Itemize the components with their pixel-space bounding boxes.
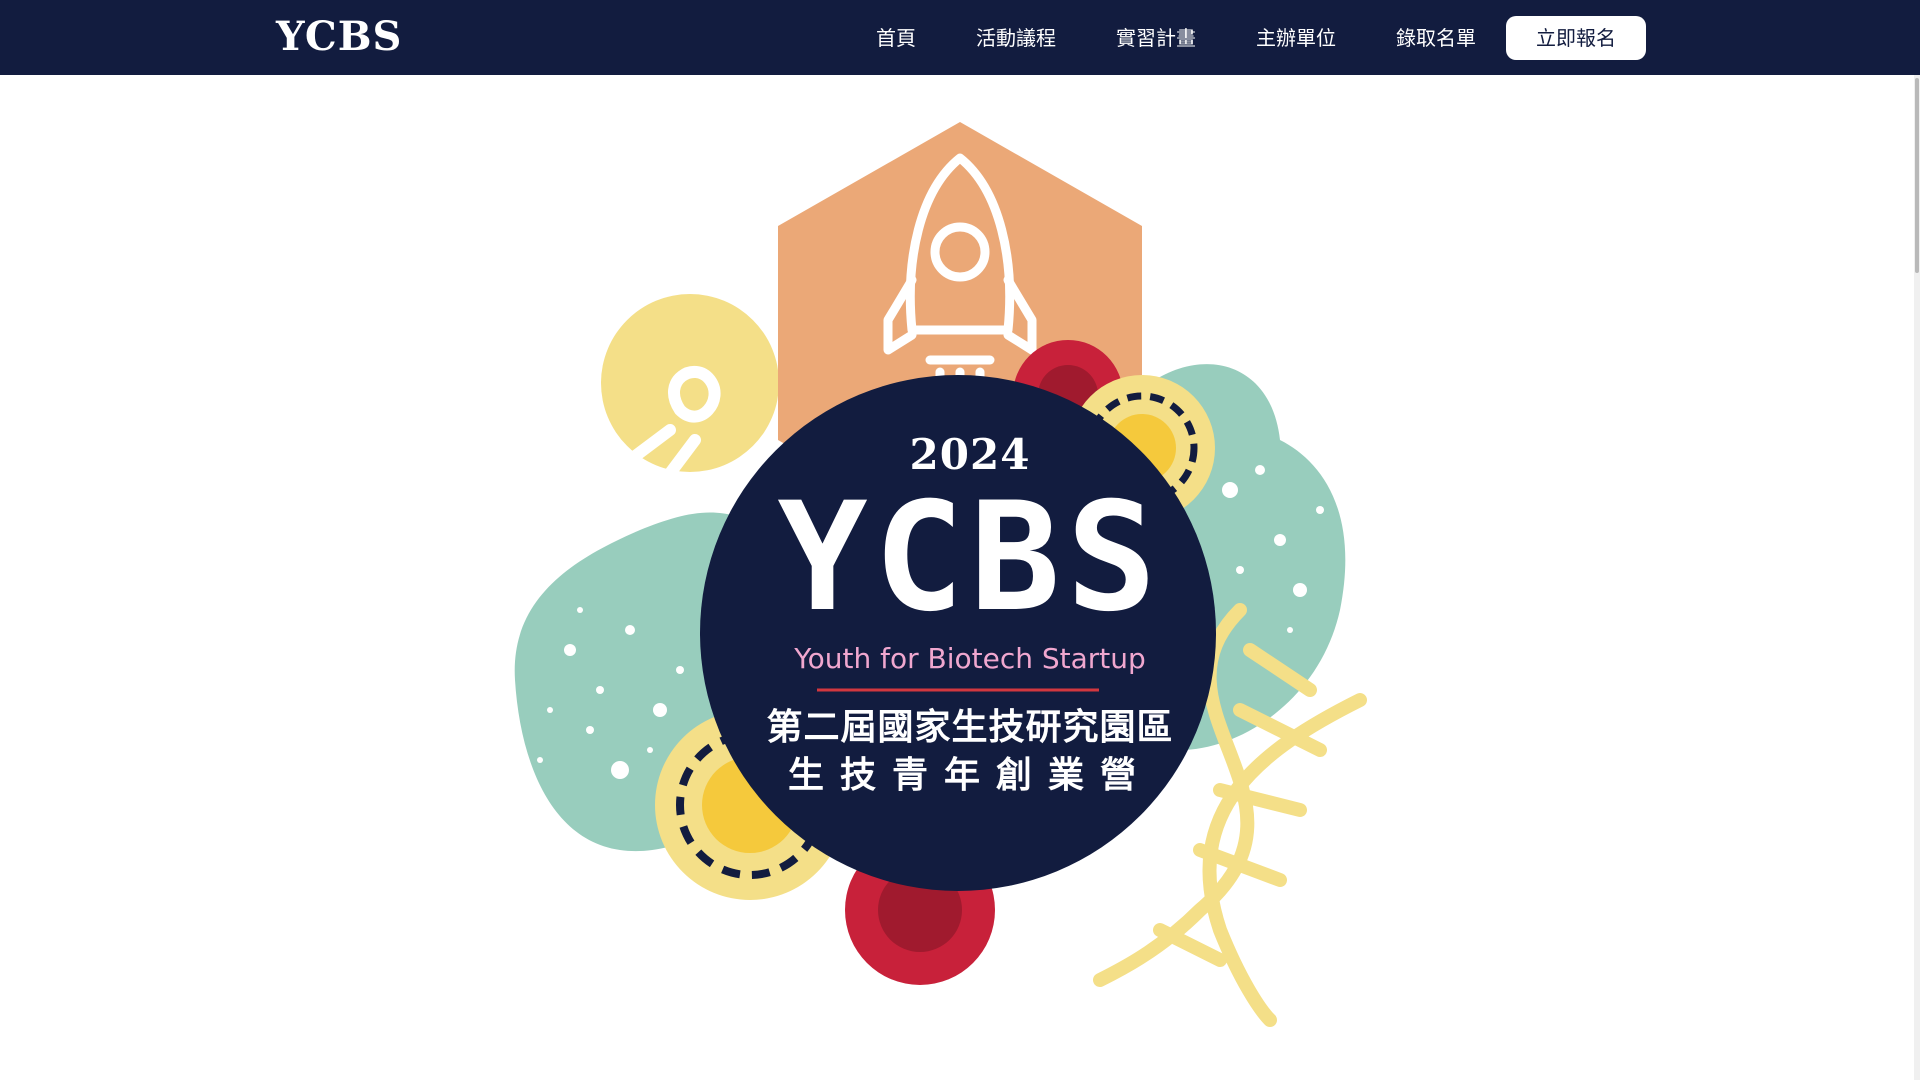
- nav-item-organizers[interactable]: 主辦單位: [1256, 24, 1336, 52]
- event-title-line1: 第二屆國家生技研究園區: [766, 707, 1174, 748]
- logo-tagline: Youth for Biotech Startup: [794, 642, 1146, 675]
- nav-item-admission-list[interactable]: 錄取名單: [1396, 24, 1476, 52]
- logo-mark: YCBS: [777, 471, 1163, 645]
- event-title-line2: 生技青年創業營: [787, 755, 1152, 796]
- register-now-button[interactable]: 立即報名: [1506, 16, 1646, 60]
- nav-item-home[interactable]: 首頁: [876, 24, 916, 52]
- brand-logo[interactable]: YCBS: [276, 12, 402, 62]
- page-scrollbar-thumb[interactable]: [1915, 78, 1919, 273]
- nav-item-internship[interactable]: 實習計畫: [1116, 24, 1196, 52]
- hero-logo-illustration: 2024 YCBS Youth for Biotech Startup 第二屆國…: [480, 110, 1460, 1060]
- nav-item-agenda[interactable]: 活動議程: [976, 24, 1056, 52]
- top-navbar: YCBS 首頁 活動議程 實習計畫 主辦單位 錄取名單 立即報名: [0, 0, 1920, 75]
